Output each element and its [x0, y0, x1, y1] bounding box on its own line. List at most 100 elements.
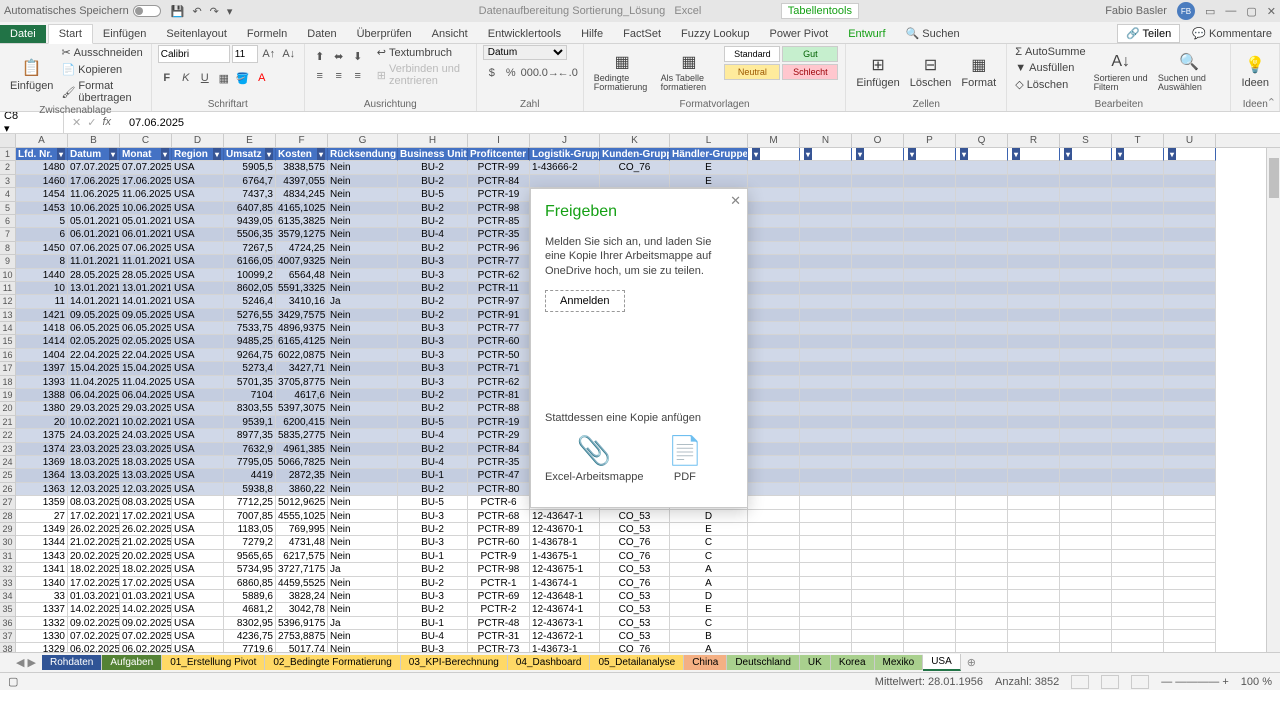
- cell[interactable]: 4681,2: [224, 603, 276, 616]
- cell[interactable]: 26.02.2025: [120, 523, 172, 536]
- format-cells-button[interactable]: ▦Format: [957, 45, 1000, 99]
- cell[interactable]: BU-1: [398, 469, 468, 482]
- cell[interactable]: BU-3: [398, 255, 468, 268]
- column-header[interactable]: Q: [956, 134, 1008, 147]
- sort-filter-button[interactable]: A↓Sortieren und Filtern: [1090, 45, 1152, 99]
- cell[interactable]: BU-5: [398, 188, 468, 201]
- cell[interactable]: 12-43675-1: [530, 563, 600, 576]
- cell[interactable]: BU-3: [398, 376, 468, 389]
- style-standard[interactable]: Standard: [724, 46, 780, 62]
- cell[interactable]: 14.01.2021: [120, 295, 172, 308]
- column-header[interactable]: R: [1008, 134, 1060, 147]
- cell[interactable]: 1344: [16, 536, 68, 549]
- cell[interactable]: 10.02.2021: [120, 416, 172, 429]
- sheet-tab-rohdaten[interactable]: Rohdaten: [42, 655, 102, 670]
- delete-cells-button[interactable]: ⊟Löschen: [906, 45, 956, 99]
- cell[interactable]: Nein: [328, 456, 398, 469]
- cell[interactable]: 4419: [224, 469, 276, 482]
- column-header[interactable]: J: [530, 134, 600, 147]
- cell[interactable]: USA: [172, 590, 224, 603]
- cell[interactable]: 8303,55: [224, 402, 276, 415]
- table-column-header[interactable]: Profitcenter: [468, 148, 530, 161]
- cell[interactable]: Nein: [328, 362, 398, 375]
- cell[interactable]: 1369: [16, 456, 68, 469]
- formula-input[interactable]: 07.06.2025: [123, 115, 1280, 131]
- cell[interactable]: 3705,8775: [276, 376, 328, 389]
- column-header[interactable]: G: [328, 134, 398, 147]
- undo-icon[interactable]: ↶: [192, 5, 201, 18]
- cell[interactable]: 6135,3825: [276, 215, 328, 228]
- close-dialog-icon[interactable]: ✕: [730, 193, 741, 209]
- cell[interactable]: BU-3: [398, 590, 468, 603]
- cell[interactable]: USA: [172, 376, 224, 389]
- cell[interactable]: 06.04.2025: [120, 389, 172, 402]
- wrap-text-button[interactable]: ↩ Textumbruch: [375, 45, 470, 60]
- cell[interactable]: 22.04.2025: [68, 349, 120, 362]
- format-as-table-button[interactable]: ▦Als Tabelle formatieren: [657, 45, 722, 99]
- cell[interactable]: BU-2: [398, 309, 468, 322]
- row-header[interactable]: 19: [0, 389, 16, 402]
- cell[interactable]: Nein: [328, 603, 398, 616]
- row-header[interactable]: 4: [0, 188, 16, 201]
- cell[interactable]: 7712,25: [224, 496, 276, 509]
- minimize-icon[interactable]: —: [1225, 5, 1236, 17]
- cell[interactable]: 2753,8875: [276, 630, 328, 643]
- sheet-tab-05[interactable]: 05_Detailanalyse: [590, 655, 684, 670]
- fill-button[interactable]: ▼ Ausfüllen: [1013, 61, 1087, 75]
- cell[interactable]: BU-3: [398, 322, 468, 335]
- align-bottom-icon[interactable]: ⬇: [349, 47, 367, 65]
- cell[interactable]: 29.03.2025: [68, 402, 120, 415]
- table-column-header[interactable]: Datum: [68, 148, 120, 161]
- cell[interactable]: Nein: [328, 202, 398, 215]
- cell[interactable]: 09.02.2025: [120, 617, 172, 630]
- column-header[interactable]: H: [398, 134, 468, 147]
- cell[interactable]: 11.06.2025: [68, 188, 120, 201]
- cell[interactable]: 29.03.2025: [120, 402, 172, 415]
- row-header[interactable]: 20: [0, 402, 16, 415]
- sheet-tab-usa[interactable]: USA: [923, 654, 961, 671]
- cell[interactable]: Nein: [328, 496, 398, 509]
- cell[interactable]: PCTR-62: [468, 269, 530, 282]
- cell[interactable]: CO_76: [600, 536, 670, 549]
- cell[interactable]: 7533,75: [224, 322, 276, 335]
- cell[interactable]: 7719,6: [224, 643, 276, 652]
- border-button[interactable]: ▦: [215, 69, 233, 87]
- cell[interactable]: PCTR-62: [468, 376, 530, 389]
- cell[interactable]: 11.01.2021: [120, 255, 172, 268]
- cell[interactable]: 06.01.2021: [120, 228, 172, 241]
- cell[interactable]: PCTR-48: [468, 617, 530, 630]
- share-button[interactable]: 🔗 Teilen: [1117, 24, 1180, 43]
- cell[interactable]: BU-4: [398, 429, 468, 442]
- cell[interactable]: 12-43647-1: [530, 510, 600, 523]
- align-center-icon[interactable]: ≡: [330, 67, 348, 85]
- cell[interactable]: USA: [172, 483, 224, 496]
- cell[interactable]: PCTR-60: [468, 335, 530, 348]
- cell[interactable]: PCTR-81: [468, 389, 530, 402]
- cell[interactable]: 6860,85: [224, 577, 276, 590]
- comments-button[interactable]: 💬 Kommentare: [1184, 24, 1280, 43]
- cell[interactable]: 8602,05: [224, 282, 276, 295]
- fill-color-button[interactable]: 🪣: [234, 69, 252, 87]
- cell[interactable]: 02.05.2025: [68, 335, 120, 348]
- ideas-button[interactable]: 💡Ideen: [1237, 45, 1273, 99]
- tab-pagelayout[interactable]: Seitenlayout: [156, 25, 237, 43]
- cell[interactable]: 5591,3325: [276, 282, 328, 295]
- cell[interactable]: 6217,575: [276, 550, 328, 563]
- cell[interactable]: 5276,55: [224, 309, 276, 322]
- cell[interactable]: 18.02.2025: [120, 563, 172, 576]
- cell[interactable]: BU-3: [398, 362, 468, 375]
- cell[interactable]: 9565,65: [224, 550, 276, 563]
- tab-view[interactable]: Ansicht: [422, 25, 478, 43]
- cell[interactable]: USA: [172, 202, 224, 215]
- table-column-header[interactable]: Logistik-Gruppe: [530, 148, 600, 161]
- cell[interactable]: USA: [172, 335, 224, 348]
- cell[interactable]: 17.06.2025: [120, 175, 172, 188]
- column-header[interactable]: L: [670, 134, 748, 147]
- cell[interactable]: USA: [172, 389, 224, 402]
- row-header[interactable]: 1: [0, 148, 16, 161]
- cell[interactable]: BU-3: [398, 536, 468, 549]
- cell[interactable]: 9264,75: [224, 349, 276, 362]
- cell[interactable]: 1343: [16, 550, 68, 563]
- cell[interactable]: 11.01.2021: [68, 255, 120, 268]
- cell[interactable]: 20: [16, 416, 68, 429]
